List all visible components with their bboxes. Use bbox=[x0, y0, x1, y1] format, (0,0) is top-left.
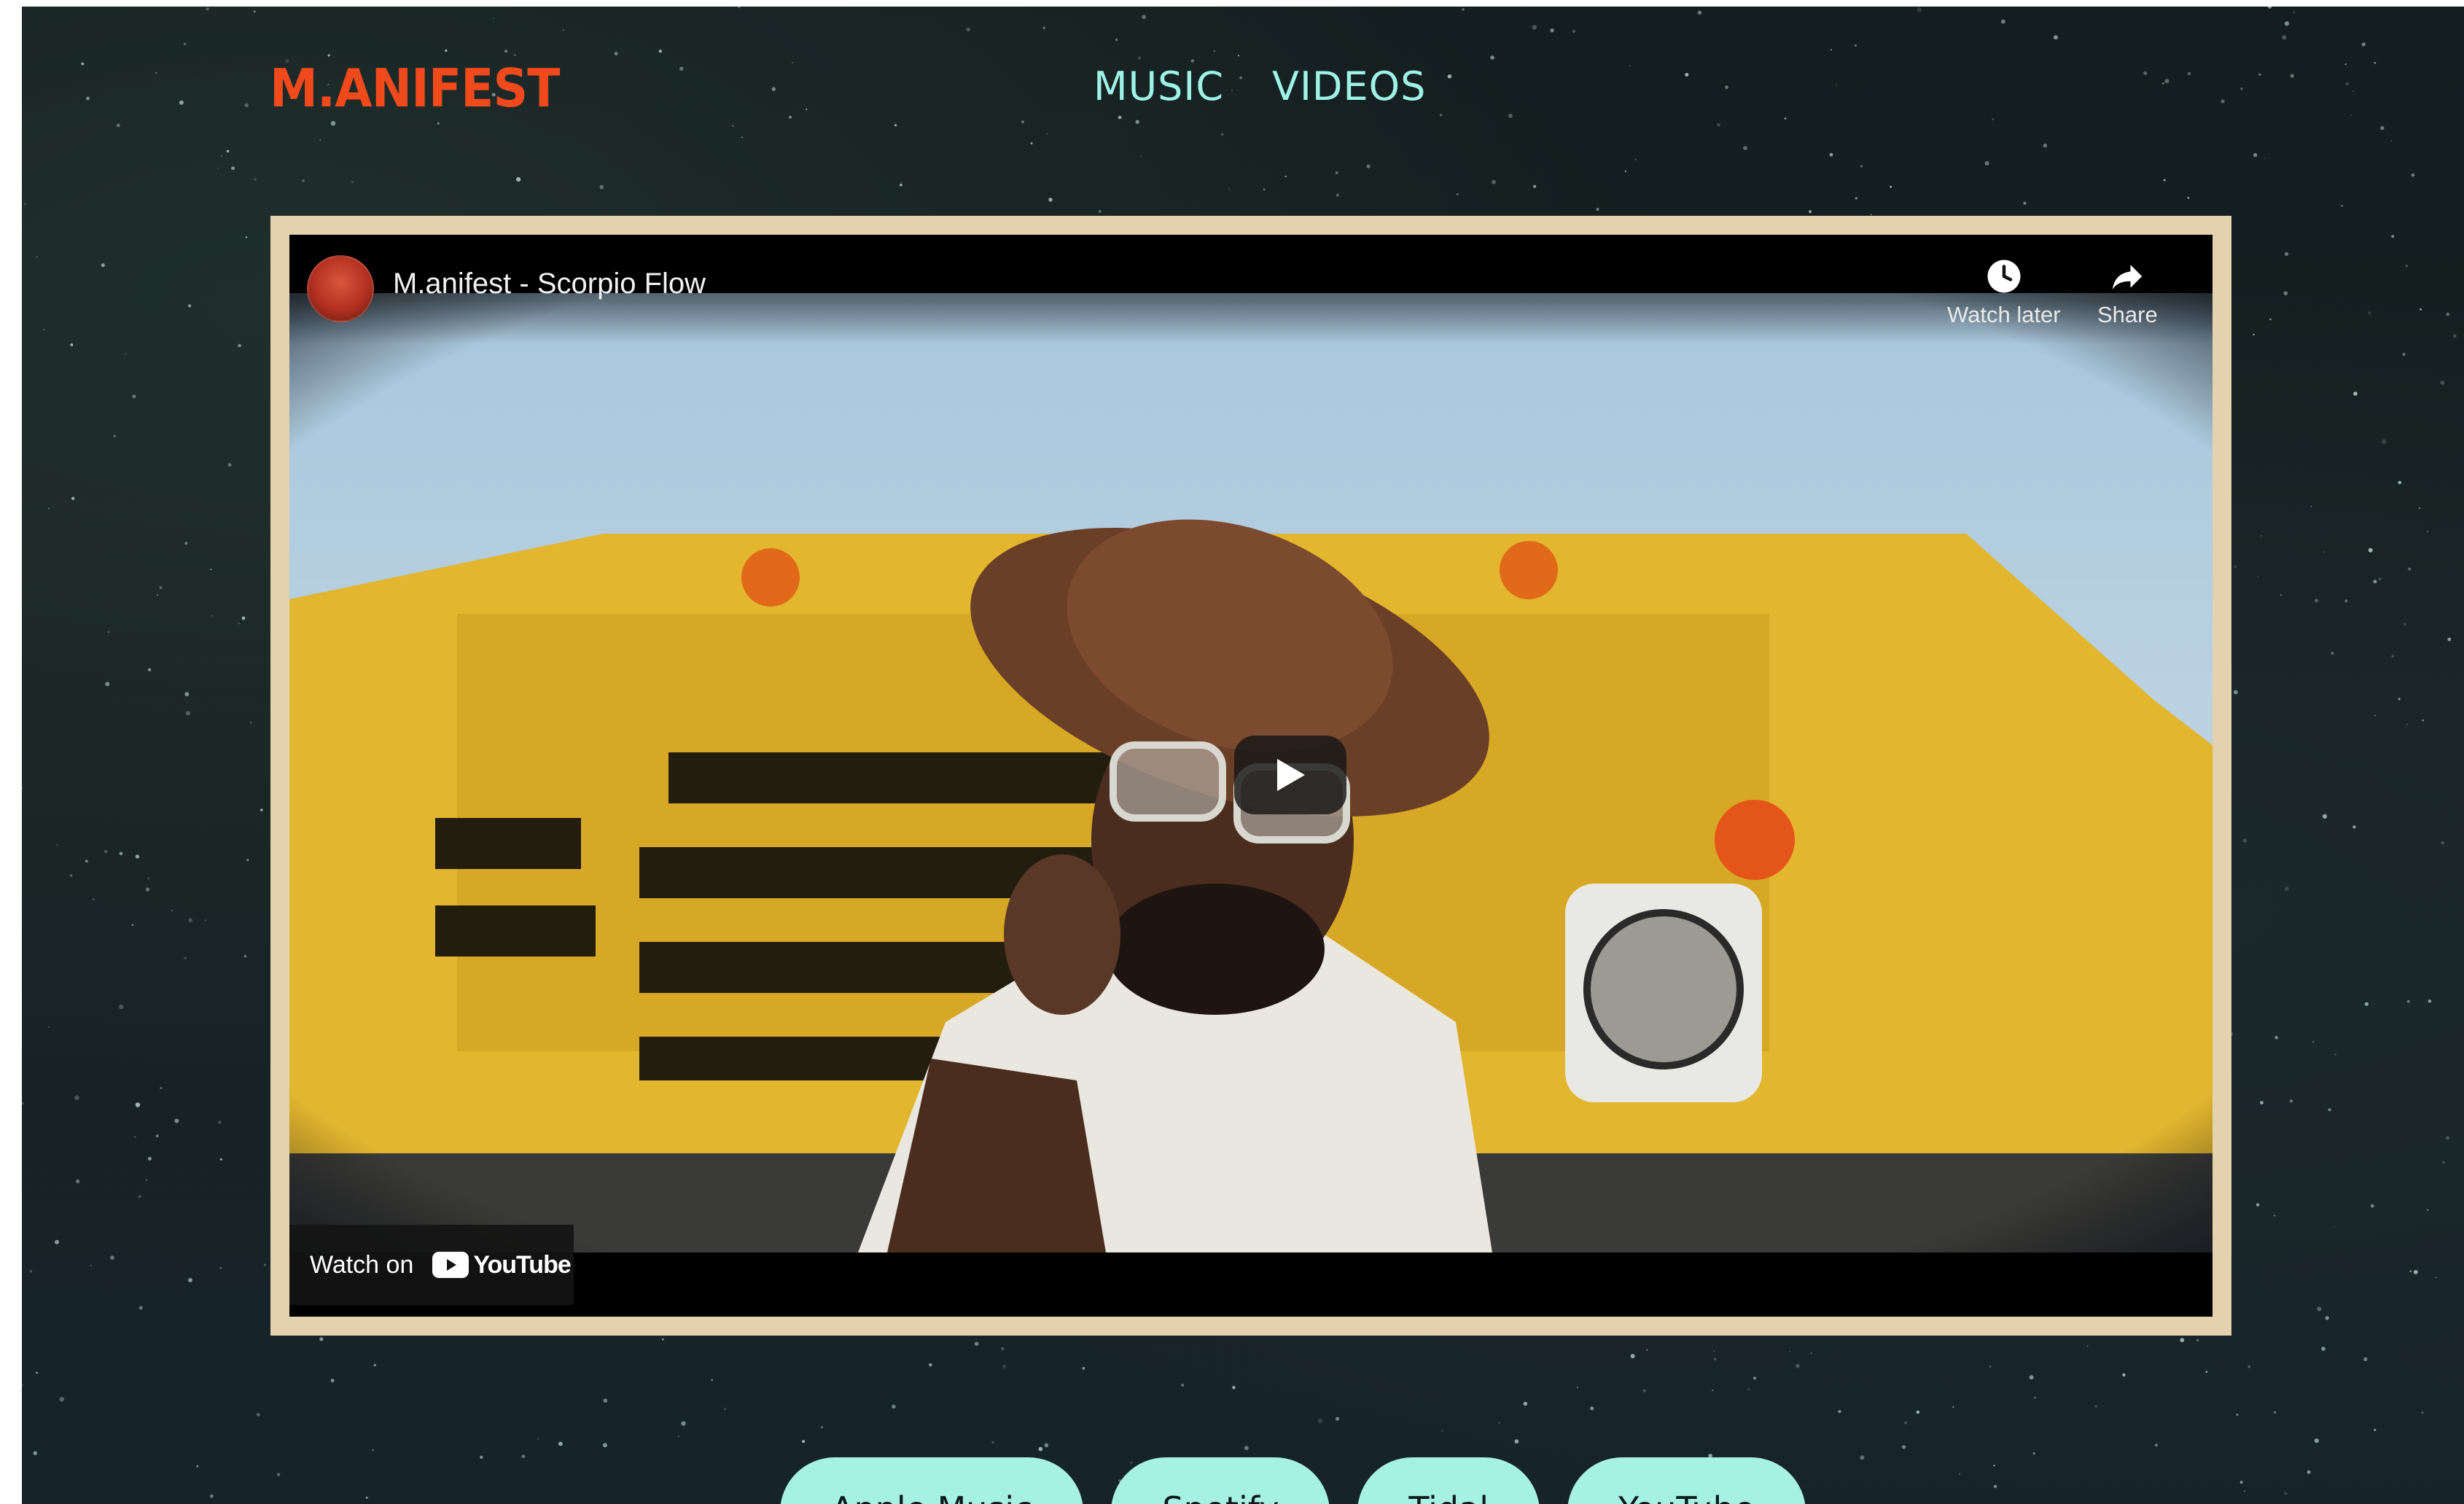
clock-icon bbox=[1987, 260, 2021, 293]
youtube-button[interactable]: YouTube bbox=[1567, 1457, 1806, 1504]
channel-avatar[interactable] bbox=[307, 255, 374, 322]
share-label: Share bbox=[2097, 302, 2158, 327]
watch-later-button[interactable]: Watch later bbox=[1947, 257, 2061, 328]
youtube-embed-player[interactable]: M.anifest - Scorpio Flow Watch later Sha… bbox=[289, 235, 2212, 1317]
site-logo[interactable]: M.ANIFEST bbox=[270, 58, 560, 123]
streaming-links: Apple Music Spotify Tidal YouTube bbox=[780, 1457, 1806, 1504]
page: M.ANIFEST MUSIC VIDEOS M.anifest - Scorp… bbox=[22, 7, 2464, 1504]
tidal-button[interactable]: Tidal bbox=[1357, 1457, 1540, 1504]
video-frame: M.anifest - Scorpio Flow Watch later Sha… bbox=[270, 216, 2231, 1336]
play-icon bbox=[1277, 759, 1305, 791]
watch-on-youtube-button[interactable]: Watch on YouTube bbox=[289, 1225, 574, 1305]
share-button[interactable]: Share bbox=[2097, 257, 2158, 328]
watch-on-label: Watch on bbox=[310, 1250, 414, 1279]
main-nav: MUSIC VIDEOS bbox=[1093, 63, 1426, 109]
watch-later-label: Watch later bbox=[1947, 302, 2061, 327]
spotify-button[interactable]: Spotify bbox=[1111, 1457, 1330, 1504]
youtube-logo: YouTube bbox=[432, 1250, 572, 1279]
nav-music-link[interactable]: MUSIC bbox=[1093, 63, 1224, 109]
video-title[interactable]: M.anifest - Scorpio Flow bbox=[393, 268, 706, 300]
play-button[interactable] bbox=[1234, 736, 1346, 814]
nav-videos-link[interactable]: VIDEOS bbox=[1272, 63, 1426, 109]
youtube-play-icon bbox=[432, 1252, 469, 1278]
youtube-wordmark: YouTube bbox=[473, 1250, 571, 1279]
player-bottom-bar bbox=[289, 1258, 2212, 1317]
apple-music-button[interactable]: Apple Music bbox=[780, 1457, 1084, 1504]
share-arrow-icon bbox=[2113, 265, 2143, 289]
